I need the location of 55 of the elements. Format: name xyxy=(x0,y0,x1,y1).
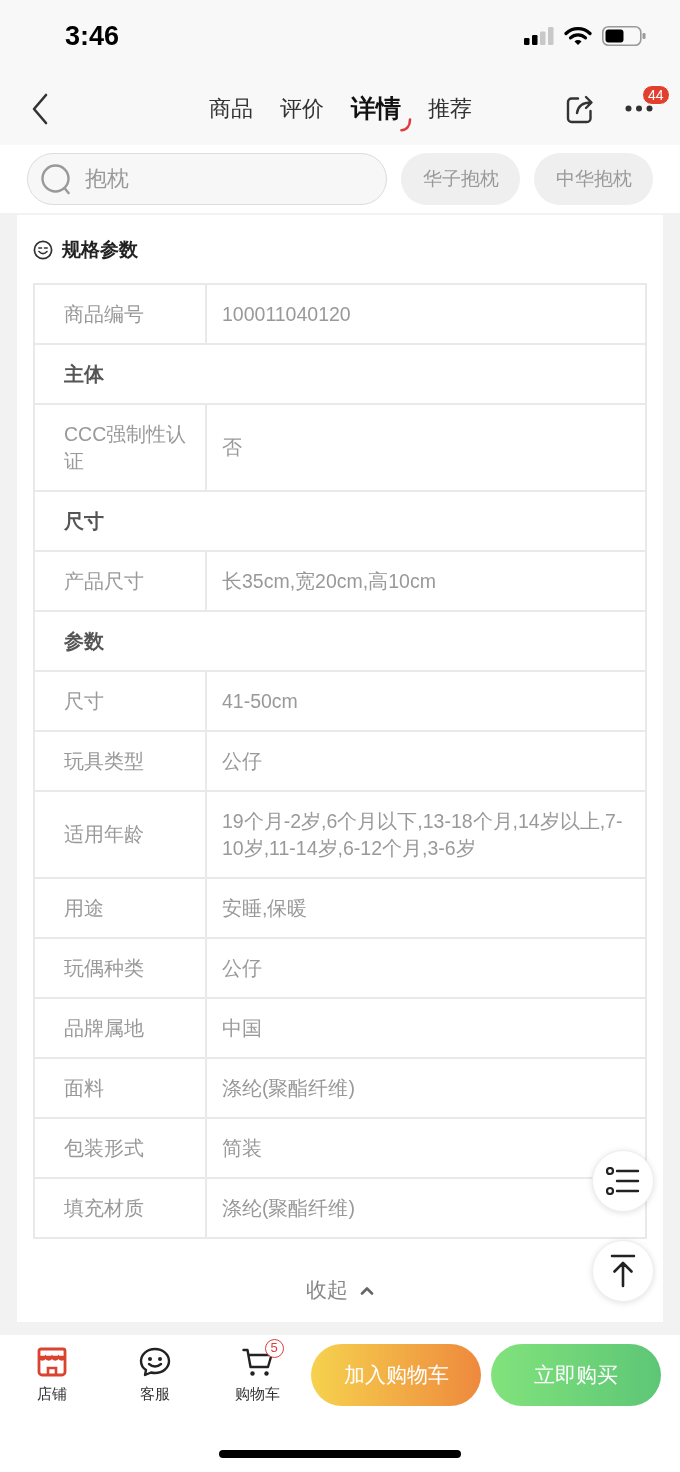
nav-tab[interactable]: 详情 xyxy=(337,88,414,129)
spec-value: 19个月-2岁,6个月以下,13-18个月,14岁以上,7-10岁,11-14岁,6-12个月,3-6岁 xyxy=(222,808,624,861)
spec-value: 公仔 xyxy=(222,748,262,774)
spec-group-title: 参数 xyxy=(64,629,104,652)
more-icon xyxy=(625,105,653,112)
spec-name: 尺寸 xyxy=(64,688,104,714)
collapse-button[interactable]: 收起 xyxy=(306,1274,374,1306)
spec-name: 品牌属地 xyxy=(64,1015,144,1041)
spec-value: 长35cm,宽20cm,高10cm xyxy=(222,568,436,594)
service-button[interactable]: 客服 xyxy=(103,1337,206,1413)
nav-tab[interactable]: 推荐 xyxy=(414,88,485,129)
section-title: 规格参数 xyxy=(62,238,138,262)
nav-tab[interactable]: 商品 xyxy=(195,88,266,129)
signal-icon xyxy=(524,27,554,45)
store-icon xyxy=(36,1346,67,1377)
spec-name: 填充材质 xyxy=(64,1195,144,1221)
wifi-icon xyxy=(564,26,592,46)
spec-value: 涤纶(聚酯纤维) xyxy=(222,1075,355,1101)
spec-name: 商品编号 xyxy=(64,301,144,327)
swoosh-icon xyxy=(400,117,412,132)
cart-button[interactable]: 5 购物车 xyxy=(206,1337,309,1413)
spec-name: 适用年龄 xyxy=(64,822,144,847)
spec-value: 中国 xyxy=(222,1015,262,1041)
back-button[interactable] xyxy=(30,91,50,126)
back-icon xyxy=(31,92,49,125)
spec-name: 产品尺寸 xyxy=(64,568,144,594)
spec-value: 100011040120 xyxy=(222,301,351,327)
caret-up-icon xyxy=(360,1285,374,1295)
status-time: 3:46 xyxy=(65,20,120,52)
spec-name: 用途 xyxy=(64,895,104,921)
spec-name: CCC强制性认证 xyxy=(64,421,188,474)
arrow-to-top-icon xyxy=(610,1254,636,1288)
spec-value: 公仔 xyxy=(222,955,262,981)
spec-name: 玩具类型 xyxy=(64,748,144,774)
store-button[interactable]: 店铺 xyxy=(0,1337,103,1413)
spec-value: 安睡,保暖 xyxy=(222,895,308,921)
notification-badge: 44 xyxy=(642,84,670,105)
list-icon xyxy=(606,1167,640,1195)
smiley-icon xyxy=(33,240,53,260)
spec-value: 否 xyxy=(222,435,242,460)
spec-value: 涤纶(聚酯纤维) xyxy=(222,1195,355,1221)
battery-icon xyxy=(602,26,646,46)
spec-name: 玩偶种类 xyxy=(64,955,144,981)
share-icon xyxy=(565,93,595,124)
count-badge: 5 xyxy=(264,1338,284,1358)
spec-value: 41-50cm xyxy=(222,688,298,714)
search-field[interactable]: 抱枕 xyxy=(27,153,387,205)
spec-name: 面料 xyxy=(64,1075,104,1101)
spec-value: 简装 xyxy=(222,1135,262,1161)
nav-tab[interactable]: 评价 xyxy=(266,88,337,129)
spec-group-title: 尺寸 xyxy=(64,509,104,532)
search-icon xyxy=(40,163,73,196)
spec-name: 包装形式 xyxy=(64,1135,144,1161)
spec-group-title: 主体 xyxy=(64,362,104,385)
smiling-bubble-icon xyxy=(138,1346,171,1377)
